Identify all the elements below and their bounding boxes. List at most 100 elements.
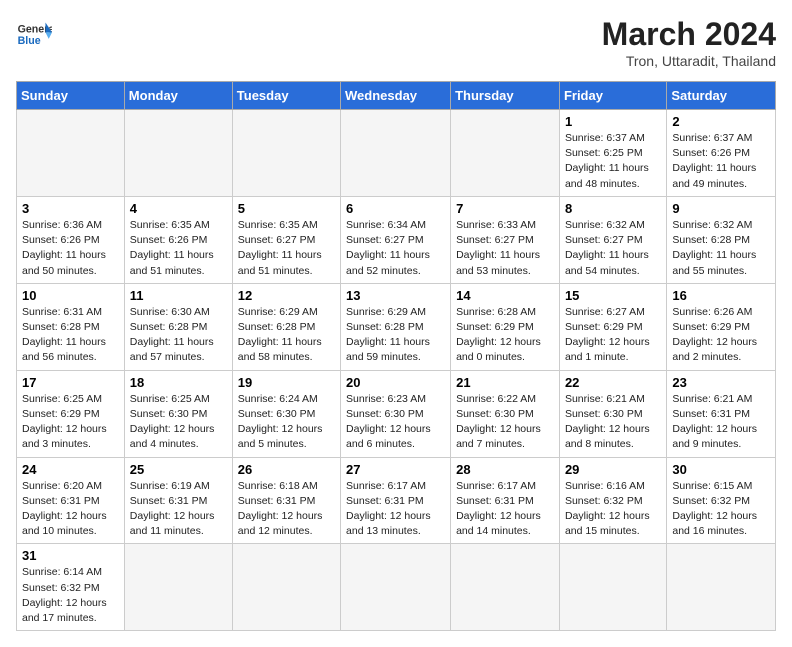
day-info: Sunrise: 6:29 AM Sunset: 6:28 PM Dayligh… — [346, 305, 445, 366]
day-info: Sunrise: 6:21 AM Sunset: 6:31 PM Dayligh… — [672, 392, 770, 453]
calendar-day-cell: 27 Sunrise: 6:17 AM Sunset: 6:31 PM Dayli… — [341, 457, 451, 544]
calendar-week-row: 10 Sunrise: 6:31 AM Sunset: 6:28 PM Dayli… — [17, 283, 776, 370]
day-info: Sunrise: 6:32 AM Sunset: 6:28 PM Dayligh… — [672, 218, 770, 279]
calendar-day-cell: 10 Sunrise: 6:31 AM Sunset: 6:28 PM Dayli… — [17, 283, 125, 370]
day-info: Sunrise: 6:36 AM Sunset: 6:26 PM Dayligh… — [22, 218, 119, 279]
calendar-day-cell: 4 Sunrise: 6:35 AM Sunset: 6:26 PM Daylig… — [124, 196, 232, 283]
day-info: Sunrise: 6:28 AM Sunset: 6:29 PM Dayligh… — [456, 305, 554, 366]
day-number: 2 — [672, 114, 770, 129]
day-info: Sunrise: 6:25 AM Sunset: 6:30 PM Dayligh… — [130, 392, 227, 453]
day-info: Sunrise: 6:30 AM Sunset: 6:28 PM Dayligh… — [130, 305, 227, 366]
day-info: Sunrise: 6:21 AM Sunset: 6:30 PM Dayligh… — [565, 392, 661, 453]
day-number: 5 — [238, 201, 335, 216]
day-info: Sunrise: 6:17 AM Sunset: 6:31 PM Dayligh… — [346, 479, 445, 540]
calendar-day-cell: 21 Sunrise: 6:22 AM Sunset: 6:30 PM Dayli… — [451, 370, 560, 457]
day-number: 26 — [238, 462, 335, 477]
calendar-day-cell: 22 Sunrise: 6:21 AM Sunset: 6:30 PM Dayli… — [559, 370, 666, 457]
calendar-week-row: 17Sunrise: 6:25 AM Sunset: 6:29 PM Dayli… — [17, 370, 776, 457]
day-info: Sunrise: 6:27 AM Sunset: 6:29 PM Dayligh… — [565, 305, 661, 366]
calendar-week-row: 1Sunrise: 6:37 AM Sunset: 6:25 PM Daylig… — [17, 110, 776, 197]
day-number: 1 — [565, 114, 661, 129]
day-info: Sunrise: 6:35 AM Sunset: 6:26 PM Dayligh… — [130, 218, 227, 279]
day-info: Sunrise: 6:15 AM Sunset: 6:32 PM Dayligh… — [672, 479, 770, 540]
calendar-day-cell: 13 Sunrise: 6:29 AM Sunset: 6:28 PM Dayli… — [341, 283, 451, 370]
day-number: 16 — [672, 288, 770, 303]
header: General Blue March 2024 Tron, Uttaradit,… — [16, 16, 776, 69]
calendar-day-cell: 2Sunrise: 6:37 AM Sunset: 6:26 PM Daylig… — [667, 110, 776, 197]
calendar-day-cell: 17Sunrise: 6:25 AM Sunset: 6:29 PM Dayli… — [17, 370, 125, 457]
calendar: SundayMondayTuesdayWednesdayThursdayFrid… — [16, 81, 776, 631]
calendar-day-cell: 5Sunrise: 6:35 AM Sunset: 6:27 PM Daylig… — [232, 196, 340, 283]
calendar-day-cell — [232, 544, 340, 631]
calendar-day-cell — [17, 110, 125, 197]
day-number: 19 — [238, 375, 335, 390]
day-number: 31 — [22, 548, 119, 563]
calendar-day-cell: 23 Sunrise: 6:21 AM Sunset: 6:31 PM Dayli… — [667, 370, 776, 457]
calendar-day-cell — [341, 544, 451, 631]
day-number: 22 — [565, 375, 661, 390]
calendar-day-cell: 19 Sunrise: 6:24 AM Sunset: 6:30 PM Dayli… — [232, 370, 340, 457]
calendar-day-cell: 20 Sunrise: 6:23 AM Sunset: 6:30 PM Dayli… — [341, 370, 451, 457]
location-subtitle: Tron, Uttaradit, Thailand — [602, 53, 776, 69]
day-info: Sunrise: 6:19 AM Sunset: 6:31 PM Dayligh… — [130, 479, 227, 540]
day-number: 27 — [346, 462, 445, 477]
calendar-day-cell: 26 Sunrise: 6:18 AM Sunset: 6:31 PM Dayli… — [232, 457, 340, 544]
calendar-day-cell: 15Sunrise: 6:27 AM Sunset: 6:29 PM Dayli… — [559, 283, 666, 370]
day-info: Sunrise: 6:14 AM Sunset: 6:32 PM Dayligh… — [22, 565, 119, 626]
calendar-day-cell: 18 Sunrise: 6:25 AM Sunset: 6:30 PM Dayli… — [124, 370, 232, 457]
day-info: Sunrise: 6:24 AM Sunset: 6:30 PM Dayligh… — [238, 392, 335, 453]
day-number: 4 — [130, 201, 227, 216]
day-info: Sunrise: 6:22 AM Sunset: 6:30 PM Dayligh… — [456, 392, 554, 453]
calendar-day-cell: 31 Sunrise: 6:14 AM Sunset: 6:32 PM Dayli… — [17, 544, 125, 631]
day-info: Sunrise: 6:31 AM Sunset: 6:28 PM Dayligh… — [22, 305, 119, 366]
calendar-day-cell — [341, 110, 451, 197]
day-info: Sunrise: 6:16 AM Sunset: 6:32 PM Dayligh… — [565, 479, 661, 540]
calendar-day-cell — [124, 110, 232, 197]
day-number: 18 — [130, 375, 227, 390]
day-number: 6 — [346, 201, 445, 216]
day-number: 17 — [22, 375, 119, 390]
day-number: 3 — [22, 201, 119, 216]
calendar-day-cell: 11Sunrise: 6:30 AM Sunset: 6:28 PM Dayli… — [124, 283, 232, 370]
day-number: 9 — [672, 201, 770, 216]
calendar-day-cell — [451, 110, 560, 197]
title-area: March 2024 Tron, Uttaradit, Thailand — [602, 16, 776, 69]
day-number: 24 — [22, 462, 119, 477]
day-info: Sunrise: 6:26 AM Sunset: 6:29 PM Dayligh… — [672, 305, 770, 366]
day-info: Sunrise: 6:23 AM Sunset: 6:30 PM Dayligh… — [346, 392, 445, 453]
day-number: 8 — [565, 201, 661, 216]
day-info: Sunrise: 6:32 AM Sunset: 6:27 PM Dayligh… — [565, 218, 661, 279]
calendar-week-row: 24 Sunrise: 6:20 AM Sunset: 6:31 PM Dayli… — [17, 457, 776, 544]
day-number: 28 — [456, 462, 554, 477]
day-info: Sunrise: 6:33 AM Sunset: 6:27 PM Dayligh… — [456, 218, 554, 279]
calendar-day-header: Tuesday — [232, 82, 340, 110]
day-info: Sunrise: 6:18 AM Sunset: 6:31 PM Dayligh… — [238, 479, 335, 540]
day-number: 21 — [456, 375, 554, 390]
calendar-day-header: Wednesday — [341, 82, 451, 110]
logo-icon: General Blue — [16, 16, 52, 52]
calendar-header-row: SundayMondayTuesdayWednesdayThursdayFrid… — [17, 82, 776, 110]
day-info: Sunrise: 6:29 AM Sunset: 6:28 PM Dayligh… — [238, 305, 335, 366]
day-number: 20 — [346, 375, 445, 390]
day-number: 14 — [456, 288, 554, 303]
calendar-day-cell: 30 Sunrise: 6:15 AM Sunset: 6:32 PM Dayli… — [667, 457, 776, 544]
calendar-day-header: Monday — [124, 82, 232, 110]
calendar-day-cell: 29 Sunrise: 6:16 AM Sunset: 6:32 PM Dayli… — [559, 457, 666, 544]
calendar-day-cell — [232, 110, 340, 197]
calendar-day-cell — [559, 544, 666, 631]
day-info: Sunrise: 6:34 AM Sunset: 6:27 PM Dayligh… — [346, 218, 445, 279]
calendar-day-cell: 7Sunrise: 6:33 AM Sunset: 6:27 PM Daylig… — [451, 196, 560, 283]
calendar-day-cell: 25Sunrise: 6:19 AM Sunset: 6:31 PM Dayli… — [124, 457, 232, 544]
day-number: 13 — [346, 288, 445, 303]
calendar-day-header: Sunday — [17, 82, 125, 110]
day-number: 30 — [672, 462, 770, 477]
day-number: 10 — [22, 288, 119, 303]
day-info: Sunrise: 6:20 AM Sunset: 6:31 PM Dayligh… — [22, 479, 119, 540]
calendar-day-cell: 1Sunrise: 6:37 AM Sunset: 6:25 PM Daylig… — [559, 110, 666, 197]
day-number: 29 — [565, 462, 661, 477]
day-number: 23 — [672, 375, 770, 390]
day-info: Sunrise: 6:17 AM Sunset: 6:31 PM Dayligh… — [456, 479, 554, 540]
calendar-day-header: Friday — [559, 82, 666, 110]
calendar-day-cell: 8 Sunrise: 6:32 AM Sunset: 6:27 PM Daylig… — [559, 196, 666, 283]
logo: General Blue — [16, 16, 52, 52]
